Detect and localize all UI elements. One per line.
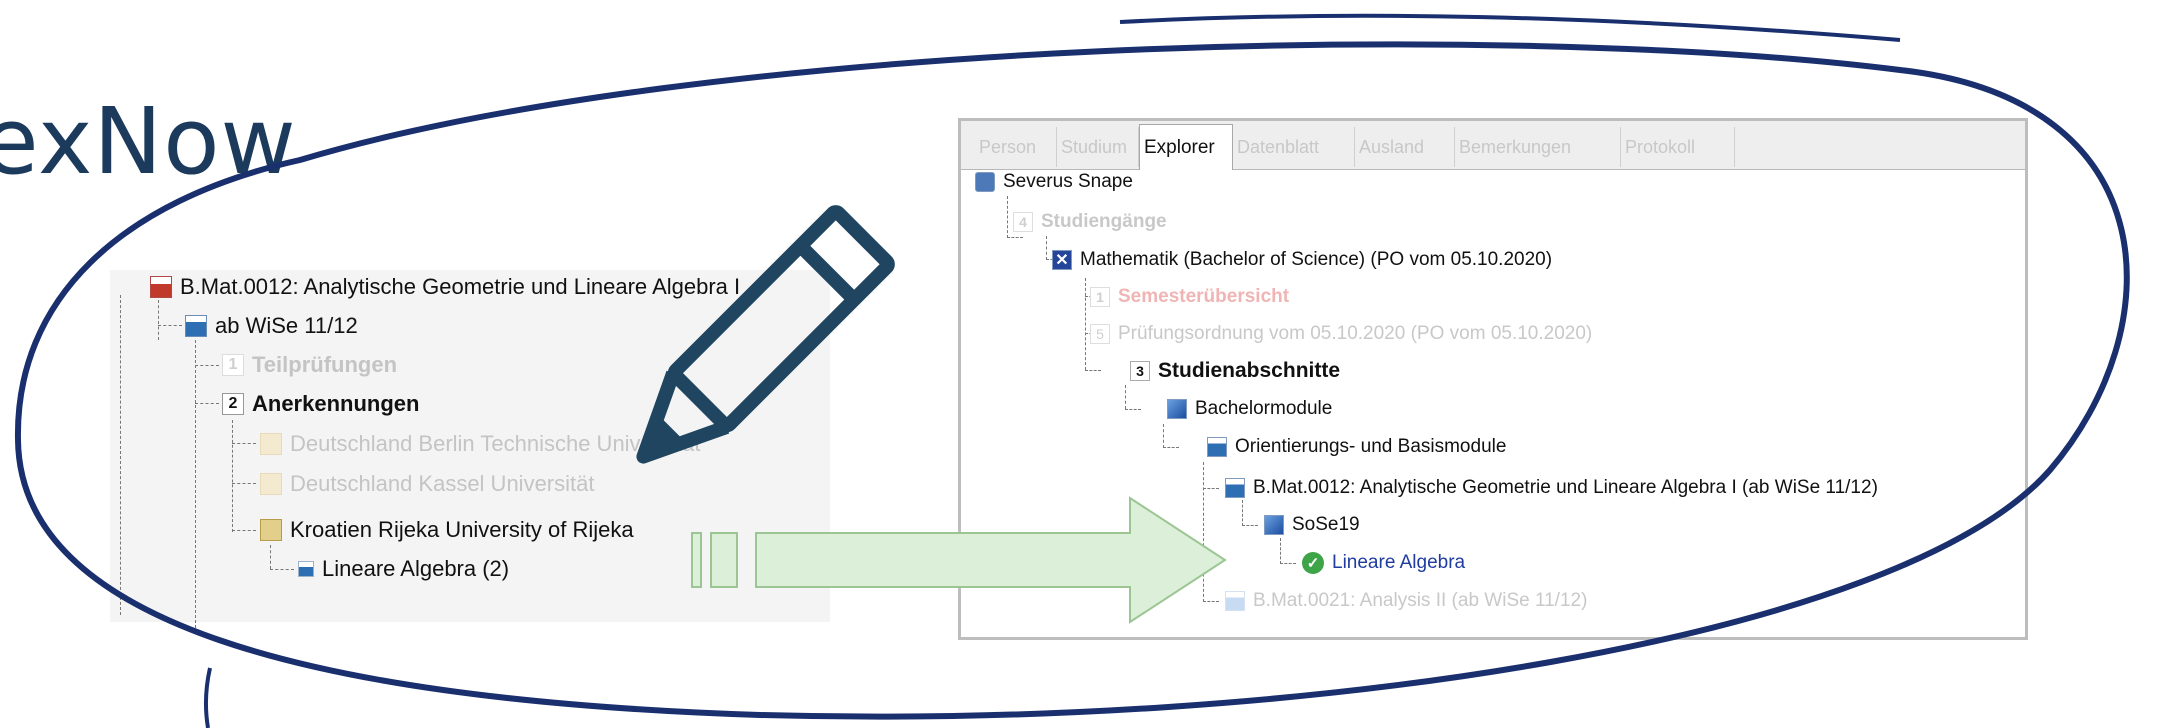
annotation-overlay [14,13,2130,728]
pencil-icon [636,205,895,464]
arrow-right-icon [691,496,1227,624]
hand-drawn-ellipse [14,41,2130,720]
hand-drawn-ellipse-stroke [1119,13,1901,42]
hand-drawn-ellipse-stroke [203,667,212,728]
